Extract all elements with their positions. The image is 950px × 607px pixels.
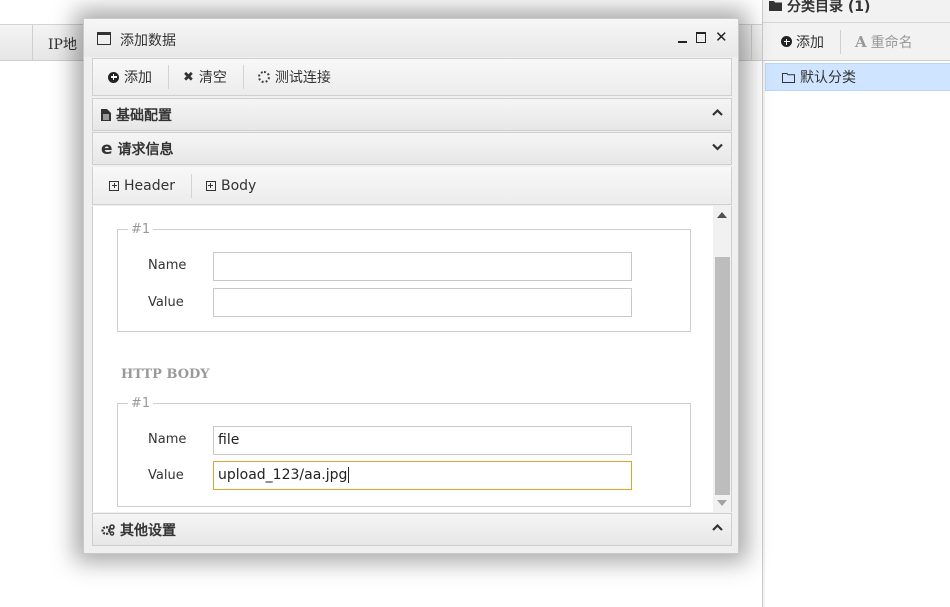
accordion-other-label: 其他设置 [120, 522, 176, 539]
add-data-dialog: 添加数据 ✕ 添加 ✖ 清空 测试连接 基础配置 e 请求信息 Header B… [83, 18, 739, 554]
clear-button[interactable]: ✖ 清空 [183, 67, 227, 87]
test-connection-button[interactable]: 测试连接 [257, 67, 331, 87]
text-caret [348, 467, 350, 483]
scroll-thumb[interactable] [715, 257, 730, 495]
category-toolbar: 添加 A 重命名 [763, 22, 950, 61]
accordion-other-settings[interactable]: 其他设置 [92, 513, 732, 546]
dialog-toolbar: 添加 ✖ 清空 测试连接 [92, 58, 732, 96]
category-rename-label: 重命名 [870, 34, 913, 51]
gears-icon [101, 523, 115, 536]
chevron-up-icon [712, 522, 723, 532]
column-separator[interactable] [32, 25, 33, 60]
plus-square-icon [109, 180, 119, 191]
accordion-basic-config[interactable]: 基础配置 [92, 98, 732, 131]
plus-circle-icon [108, 71, 119, 83]
toolbar-divider [168, 65, 169, 89]
param-legend: #1 [128, 222, 154, 237]
dialog-title: 添加数据 [120, 33, 176, 49]
http-body-title: HTTP BODY [121, 367, 210, 382]
header-add-button[interactable]: Header [109, 178, 175, 194]
category-add-label: 添加 [796, 34, 824, 51]
request-tabs-toolbar: Header Body [92, 167, 732, 205]
toolbar-divider [840, 29, 841, 54]
body-param-group: #1 Name file Value upload_123/aa.jpg [117, 396, 691, 507]
accordion-basic-label: 基础配置 [116, 107, 172, 124]
close-icon[interactable]: ✕ [715, 30, 728, 45]
times-icon: ✖ [183, 69, 194, 85]
font-icon: A [855, 32, 867, 51]
window-icon [97, 32, 111, 45]
request-form: #1 Name Value HTTP BODY #1 Name file Val… [92, 206, 732, 512]
name-label: Name [148, 258, 187, 273]
plus-square-icon [205, 180, 216, 191]
toolbar-divider [190, 173, 192, 198]
body-name-input[interactable]: file [213, 426, 632, 455]
add-button-label: 添加 [124, 70, 152, 86]
header-param-group: #1 Name Value [117, 222, 691, 332]
value-label: Value [148, 295, 184, 310]
minimize-icon[interactable] [677, 30, 689, 44]
category-title-text: 分类目录 (1) [787, 0, 871, 15]
category-tree: 默认分类 [765, 61, 950, 607]
category-panel: 分类目录 (1) 添加 A 重命名 默认分类 [762, 0, 950, 607]
spinner-icon [257, 71, 270, 83]
scroll-down-icon[interactable] [717, 500, 727, 506]
body-name-value: file [218, 432, 240, 448]
value-label: Value [148, 468, 184, 483]
form-scrollbar[interactable] [713, 206, 731, 512]
scroll-up-icon[interactable] [717, 212, 727, 218]
body-add-button[interactable]: Body [205, 177, 257, 194]
folder-icon [769, 1, 782, 11]
tree-item-default[interactable]: 默认分类 [765, 63, 950, 91]
category-panel-title: 分类目录 (1) [763, 0, 950, 22]
plus-circle-icon [781, 36, 792, 47]
accordion-request-info[interactable]: e 请求信息 [92, 132, 732, 165]
body-button-label: Body [220, 177, 257, 194]
body-value-input[interactable]: upload_123/aa.jpg [213, 461, 632, 490]
accordion-request-label: 请求信息 [117, 141, 174, 158]
category-rename-button[interactable]: A 重命名 [855, 32, 913, 52]
body-value-text: upload_123/aa.jpg [218, 467, 348, 483]
header-button-label: Header [124, 177, 175, 194]
column-header-ip[interactable]: IP地 [48, 34, 77, 54]
add-button[interactable]: 添加 [108, 67, 152, 87]
maximize-icon[interactable] [696, 30, 708, 44]
ie-icon: e [101, 138, 113, 159]
test-connection-label: 测试连接 [274, 70, 331, 86]
header-name-input[interactable] [213, 252, 632, 281]
toolbar-divider [242, 65, 244, 89]
clear-button-label: 清空 [198, 70, 227, 86]
chevron-up-icon [712, 107, 723, 117]
column-separator[interactable] [751, 25, 752, 60]
category-add-button[interactable]: 添加 [781, 32, 824, 52]
folder-outline-icon [782, 72, 795, 83]
name-label: Name [148, 432, 187, 447]
param-legend: #1 [128, 396, 154, 411]
tree-item-label: 默认分类 [800, 70, 856, 86]
file-icon [101, 108, 111, 121]
dialog-titlebar[interactable]: 添加数据 ✕ [84, 19, 738, 57]
header-value-input[interactable] [213, 288, 632, 317]
chevron-down-icon [712, 141, 723, 151]
